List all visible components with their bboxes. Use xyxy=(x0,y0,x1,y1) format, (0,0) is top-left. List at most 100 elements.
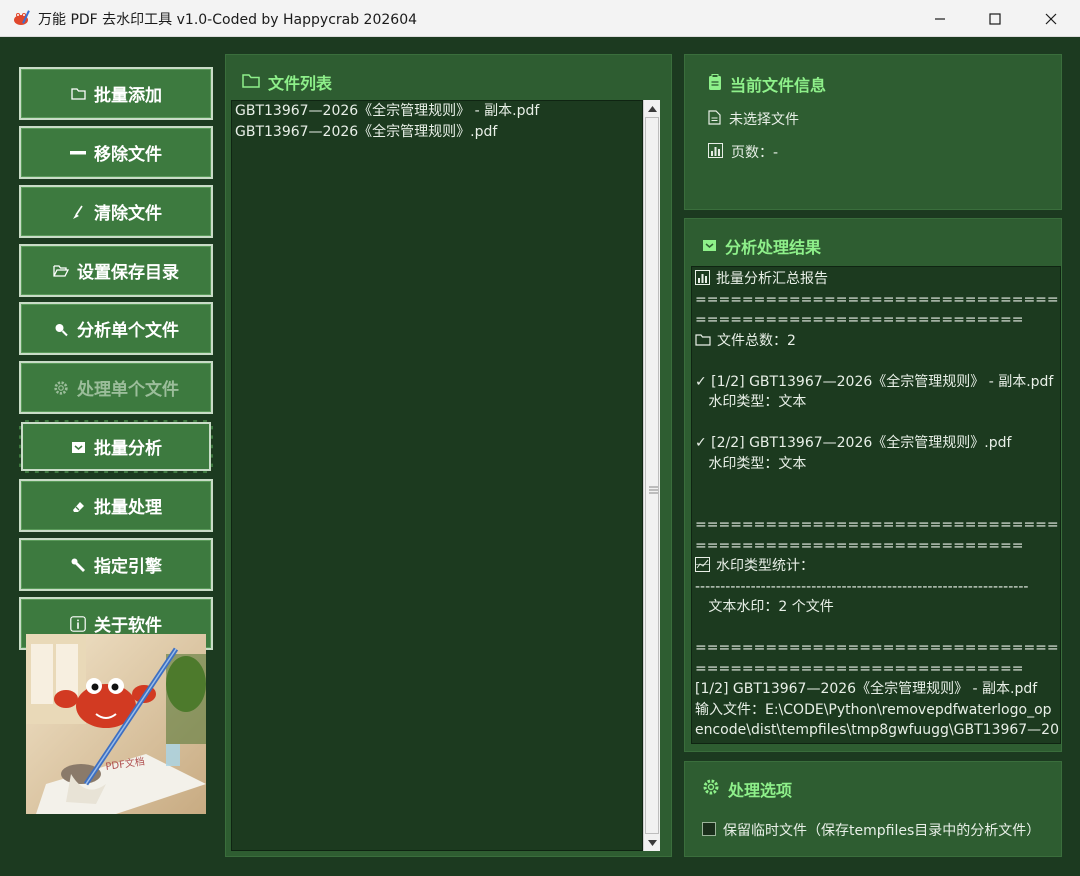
inbox-icon xyxy=(702,237,717,256)
result-line-text xyxy=(695,353,699,369)
maximize-icon xyxy=(989,12,1001,25)
folder-icon xyxy=(695,333,717,349)
result-line xyxy=(692,413,1060,434)
keep-temp-label[interactable]: 保留临时文件（保存tempfiles目录中的分析文件） xyxy=(723,820,1040,840)
options-panel xyxy=(684,761,1062,857)
result-line: 批量分析汇总报告 xyxy=(692,269,1060,290)
result-line-text: 水印类型统计： xyxy=(716,558,814,574)
result-line-text: ==================================== xyxy=(695,517,1060,533)
gear-icon xyxy=(53,380,69,396)
result-line-text: ============================ xyxy=(695,660,1024,677)
broom-icon xyxy=(70,204,86,220)
current-file-title: 当前文件信息 xyxy=(708,72,826,96)
clear-files-button[interactable]: 清除文件 xyxy=(19,185,213,238)
analysis-result-text[interactable]: 批量分析汇总报告 =============================== =… xyxy=(691,266,1061,744)
minus-icon xyxy=(70,145,86,161)
scroll-up-arrow[interactable] xyxy=(644,100,660,117)
result-line: ✓ [1/2] GBT13967—2026《全宗管理规则》 - 副本.pdf xyxy=(692,372,1060,393)
list-item[interactable]: GBT13967—2026《全宗管理规则》.pdf xyxy=(232,122,642,143)
current-file-name: 未选择文件 xyxy=(729,112,799,128)
result-line-text xyxy=(695,497,699,513)
crab-mascot-image: PDF文档 xyxy=(26,634,206,814)
result-line: ----------------------------------------… xyxy=(692,577,1060,598)
analyze-single-label: 分析单个文件 xyxy=(77,321,179,341)
process-single-button[interactable]: 处理单个文件 xyxy=(19,361,213,414)
add-batch-label: 批量添加 xyxy=(94,86,162,106)
result-line xyxy=(692,495,1060,516)
folder-open-icon xyxy=(53,263,69,279)
scroll-down-arrow[interactable] xyxy=(644,834,660,851)
clipboard-icon xyxy=(708,73,722,95)
result-line xyxy=(692,474,1060,495)
process-single-label: 处理单个文件 xyxy=(77,380,179,400)
engine-label: 指定引擎 xyxy=(94,557,162,577)
grip-icon xyxy=(649,486,658,494)
file-listbox[interactable]: GBT13967—2026《全宗管理规则》 - 副本.pdf GBT13967—… xyxy=(231,100,643,851)
result-line-text: ----------------------------------------… xyxy=(695,578,1029,595)
clear-files-label: 清除文件 xyxy=(94,204,162,224)
bar-chart-icon xyxy=(708,142,723,162)
file-list-scrollbar[interactable] xyxy=(643,100,660,851)
scroll-thumb[interactable] xyxy=(645,117,659,834)
folder-icon xyxy=(242,73,260,92)
keep-temp-checkbox[interactable] xyxy=(702,822,716,836)
file-list-title-text: 文件列表 xyxy=(268,74,333,93)
window-title: 万能 PDF 去水印工具 v1.0-Coded by Happycrab 202… xyxy=(38,12,418,28)
result-line: ==================================== xyxy=(692,515,1060,536)
result-line-text: 批量分析汇总报告 xyxy=(716,271,828,287)
current-file-name-row: 未选择文件 xyxy=(708,109,799,129)
title-bar[interactable]: 万能 PDF 去水印工具 v1.0-Coded by Happycrab 202… xyxy=(0,0,1080,37)
result-line-text: 输入文件：E:\CODE\Python\removepdfwaterlogo_o… xyxy=(695,701,1052,718)
remove-file-button[interactable]: 移除文件 xyxy=(19,126,213,179)
result-line-text: 水印类型：文本 xyxy=(695,394,807,410)
result-line: ✓ [2/2] GBT13967—2026《全宗管理规则》.pdf xyxy=(692,433,1060,454)
result-line-text: ==================================== xyxy=(695,291,1060,308)
result-line-text xyxy=(695,415,699,431)
result-line: 水印类型：文本 xyxy=(692,454,1060,475)
engine-button[interactable]: 指定引擎 xyxy=(19,538,213,591)
result-line: ============================ xyxy=(692,310,1060,331)
result-line-text: ============================ xyxy=(695,537,1024,554)
minimize-icon xyxy=(935,17,945,20)
list-item[interactable]: GBT13967—2026《全宗管理规则》 - 副本.pdf xyxy=(232,101,642,122)
analyze-single-button[interactable]: 分析单个文件 xyxy=(19,302,213,355)
current-file-pages: 页数：- xyxy=(731,145,779,161)
result-line-text xyxy=(695,620,699,636)
info-icon xyxy=(70,615,86,632)
close-button[interactable] xyxy=(1023,0,1079,37)
about-label: 关于软件 xyxy=(94,616,162,636)
options-title-text: 处理选项 xyxy=(728,781,793,800)
inbox-icon xyxy=(70,439,86,455)
result-line: 水印类型：文本 xyxy=(692,392,1060,413)
document-icon xyxy=(708,109,721,129)
folder-icon xyxy=(70,86,86,102)
batch-process-button[interactable]: 批量处理 xyxy=(19,479,213,532)
result-line xyxy=(692,351,1060,372)
result-line-text: 文件总数：2 xyxy=(717,332,796,349)
batch-process-label: 批量处理 xyxy=(94,498,162,518)
result-line: 水印类型统计： xyxy=(692,556,1060,577)
result-line-text: 水印类型：文本 xyxy=(695,455,807,472)
file-list-title: 文件列表 xyxy=(242,70,332,94)
crab-app-icon xyxy=(11,8,31,28)
batch-analyze-button[interactable]: 批量分析 xyxy=(19,420,213,473)
result-line-text: ✓ [1/2] GBT13967—2026《全宗管理规则》 - 副本.pdf xyxy=(695,373,1054,390)
add-batch-button[interactable]: 批量添加 xyxy=(19,67,213,120)
set-save-dir-button[interactable]: 设置保存目录 xyxy=(19,244,213,297)
result-line: 文件总数：2 xyxy=(692,331,1060,352)
set-save-dir-label: 设置保存目录 xyxy=(77,263,179,283)
result-line: ==================================== xyxy=(692,638,1060,659)
current-file-title-text: 当前文件信息 xyxy=(730,76,827,95)
options-title: 处理选项 xyxy=(702,777,792,801)
result-line: ============================ xyxy=(692,659,1060,680)
close-icon xyxy=(1045,13,1057,24)
arrow-down-icon xyxy=(647,839,657,846)
minimize-button[interactable] xyxy=(912,0,968,37)
maximize-button[interactable] xyxy=(967,0,1023,37)
result-line-text: 文本水印：2 个文件 xyxy=(695,599,834,615)
result-line: ==================================== xyxy=(692,290,1060,311)
result-line-text: encode\dist\tempfiles\tmp8gwfuugg\GBT139… xyxy=(695,722,1059,738)
result-line: 输入文件：E:\CODE\Python\removepdfwaterlogo_o… xyxy=(692,700,1060,721)
analysis-title: 分析处理结果 xyxy=(702,234,821,258)
batch-analyze-label: 批量分析 xyxy=(94,439,162,459)
